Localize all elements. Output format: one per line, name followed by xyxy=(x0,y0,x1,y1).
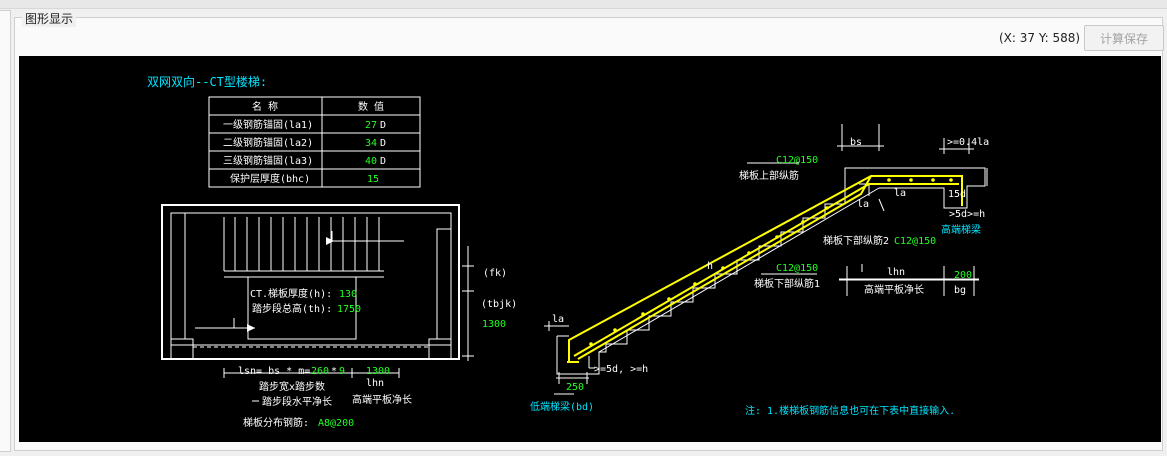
table-row-unit: D xyxy=(380,138,386,149)
table-row-name: 二级钢筋锚固(la2) xyxy=(223,136,313,149)
table-row-value[interactable]: 34 xyxy=(365,138,377,149)
table-row-name: 一级钢筋锚固(la1) xyxy=(223,118,313,131)
d5-right-label: >5d>=h xyxy=(949,209,985,220)
table-header-name: 名 称 xyxy=(252,100,278,113)
drawing-canvas[interactable]: 双网双向--CT型楼梯: 名 称 数 值 一级钢筋锚固(la1) 27 D 二级… xyxy=(19,56,1161,442)
lower-rebar2-label: 梯板下部纵筋2 xyxy=(823,234,889,247)
distribution-rebar-value[interactable]: A8@200 xyxy=(318,418,354,429)
times-sign: * xyxy=(331,366,337,377)
step-height-label: 踏步段总高(th): xyxy=(252,302,332,315)
la-top-label: la xyxy=(894,188,906,199)
m-value[interactable]: 9 xyxy=(339,366,345,377)
bs-value[interactable]: 260 xyxy=(311,366,329,377)
lsn-label: lsn= bs * m= xyxy=(238,366,310,377)
high-landing-label: 高端平板净长 xyxy=(864,283,924,296)
lhn-label: lhn xyxy=(366,378,384,389)
h-label: h xyxy=(707,261,713,272)
d15-label: 15d xyxy=(948,189,966,200)
table-row-value[interactable]: 27 xyxy=(365,120,377,131)
slab-thickness-label: CT.梯板厚度(h): xyxy=(250,287,332,300)
landing-width-value[interactable]: 200 xyxy=(954,270,972,281)
fk-label: (fk) xyxy=(483,268,507,279)
lower-rebar1-spec[interactable]: C12@150 xyxy=(776,263,818,274)
top-rebar-spec[interactable]: C12@150 xyxy=(776,155,818,166)
landing-legend: 高端平板净长 xyxy=(352,393,412,406)
table-row-name: 保护层厚度(bhc) xyxy=(230,172,310,185)
table-row-unit: D xyxy=(380,156,386,167)
slab-thickness-value[interactable]: 130 xyxy=(339,289,357,300)
stair-section xyxy=(544,124,988,395)
calculate-save-button[interactable]: 计算保存 xyxy=(1084,25,1164,51)
table-row-value[interactable]: 40 xyxy=(365,156,377,167)
top-rebar-label: 梯板上部纵筋 xyxy=(739,169,799,182)
table-row-value[interactable]: 15 xyxy=(367,174,379,185)
distribution-rebar-label: 梯板分布钢筋: xyxy=(243,416,309,429)
arrow-icon xyxy=(326,237,334,245)
drawing-title: 双网双向--CT型楼梯: xyxy=(147,74,267,89)
cad-drawing: 双网双向--CT型楼梯: 名 称 数 值 一级钢筋锚固(la1) 27 D 二级… xyxy=(147,74,989,429)
table-row-name: 三级钢筋锚固(la3) xyxy=(223,154,313,167)
panel-title: 图形显示 xyxy=(22,10,77,27)
horizontal-length-legend: 踏步段水平净长 xyxy=(262,395,332,408)
step-legend: 踏步宽x踏步数 xyxy=(259,380,325,393)
top-strip xyxy=(0,0,1167,9)
table-row-unit: D xyxy=(380,120,386,131)
bg-label: bg xyxy=(954,285,966,296)
lhn-value[interactable]: 1300 xyxy=(366,366,390,377)
lower-rebar2-spec[interactable]: C12@150 xyxy=(894,236,936,247)
lower-rebar1-label: 梯板下部纵筋1 xyxy=(754,277,820,290)
low-beam-label: 低端梯梁(bd) xyxy=(530,400,594,413)
coordinate-readout: (X: 37 Y: 588) xyxy=(999,31,1081,45)
bs-label: bs xyxy=(850,137,862,148)
drawing-note: 注: 1.楼梯板钢筋信息也可在下表中直接输入. xyxy=(745,404,955,417)
arrow-icon xyxy=(247,324,255,332)
d5-left-label: >=5d, >=h xyxy=(594,364,648,375)
stair-width-value[interactable]: 1300 xyxy=(482,319,506,330)
top-anchor-label: >=0.4la xyxy=(947,137,989,148)
table-header-value: 数 值 xyxy=(358,100,384,113)
low-beam-width-value[interactable]: 250 xyxy=(566,382,584,393)
left-pane xyxy=(0,10,11,452)
la-left-label: la xyxy=(552,314,564,325)
la-mid-label: la xyxy=(857,199,869,210)
step-height-value[interactable]: 1750 xyxy=(337,304,361,315)
lhn-section-label: lhn xyxy=(887,267,905,278)
high-beam-label: 高端梯梁 xyxy=(941,223,981,236)
tbjk-label: (tbjk) xyxy=(481,299,517,310)
